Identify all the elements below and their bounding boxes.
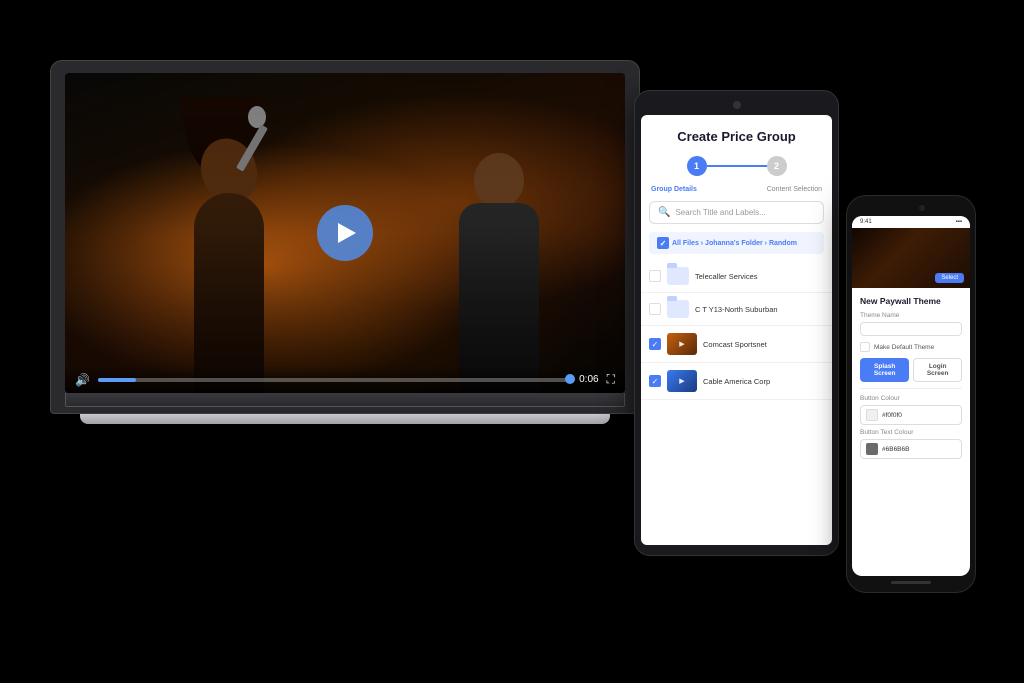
laptop-screen-outer: 🔊 0:06 ⛶ [50,60,640,414]
phone-top-button[interactable]: Select [935,273,964,283]
tablet: Create Price Group 1 2 Group Details Con… [634,90,839,556]
button-color-hex: #f0f0f0 [882,412,902,419]
video-thumb-3 [667,333,697,355]
default-theme-label: Make Default Theme [874,344,934,351]
phone-notch [891,204,931,212]
fullscreen-icon[interactable]: ⛶ [607,372,615,387]
phone-content: New Paywall Theme Theme Name Make Defaul… [852,288,970,469]
theme-name-label: Theme Name [860,312,962,319]
thumb-play-4 [667,370,697,392]
row-checkbox-4[interactable] [649,375,661,387]
phone-status-bar: 9:41 ▪▪▪ [852,216,970,228]
table-row[interactable]: Comcast Sportsnet [641,326,832,363]
default-theme-row: Make Default Theme [860,342,962,352]
table-row[interactable]: Cable America Corp [641,363,832,400]
tablet-title: Create Price Group [641,115,832,152]
row-checkbox-2[interactable] [649,303,661,315]
laptop-base [65,393,625,407]
folder-checkbox: ✓ [657,237,669,249]
phone-divider [860,388,962,389]
video-controls: 🔊 0:06 ⛶ [65,366,625,393]
phone-camera [919,205,925,211]
time-label: 0:06 [579,374,598,385]
default-theme-checkbox[interactable] [860,342,870,352]
row-checkbox-3[interactable] [649,338,661,350]
phone-section-title: New Paywall Theme [860,296,962,306]
folder-icon-1 [667,267,689,285]
phone-home-bar [891,581,931,584]
row-label-1: Telecaller Services [695,272,824,281]
folder-icon-2 [667,300,689,318]
step2-label: Content Selection [767,186,822,193]
table-row[interactable]: C T Y13-North Suburban [641,293,832,326]
phone-top-image: Select [852,228,970,288]
scene: 🔊 0:06 ⛶ Create Price Group 1 [0,0,1024,683]
button-text-hex: #6B6B6B [882,446,909,453]
screen-type-buttons: Splash Screen Login Screen [860,358,962,382]
step-line [707,165,767,167]
phone-time: 9:41 [860,219,872,225]
tablet-camera [733,101,741,109]
search-placeholder: Search Title and Labels... [675,208,765,217]
folder-path: All Files › Johanna's Folder › Random [672,240,797,247]
button-text-color-swatch [866,443,878,455]
row-label-2: C T Y13-North Suburban [695,305,824,314]
folder-breadcrumb[interactable]: ✓ All Files › Johanna's Folder › Random [649,232,824,254]
step-labels: Group Details Content Selection [641,186,832,201]
splash-screen-button[interactable]: Splash Screen [860,358,909,382]
tablet-search-bar[interactable]: 🔍 Search Title and Labels... [649,201,824,224]
progress-thumb [565,374,575,384]
progress-bar[interactable] [98,378,571,382]
button-text-color-label: Button Text Colour [860,429,962,436]
button-text-color-row[interactable]: #6B6B6B [860,439,962,459]
volume-icon[interactable]: 🔊 [75,373,90,387]
step-2-dot: 2 [767,156,787,176]
play-icon [338,223,356,243]
login-screen-button[interactable]: Login Screen [913,358,962,382]
button-color-swatch [866,409,878,421]
button-color-label: Button Colour [860,395,962,402]
phone: 9:41 ▪▪▪ Select New Paywall Theme Theme … [846,195,976,593]
step-1-dot: 1 [687,156,707,176]
video-thumb-4 [667,370,697,392]
laptop: 🔊 0:06 ⛶ [50,60,640,424]
theme-name-input[interactable] [860,322,962,336]
row-label-4: Cable America Corp [703,377,824,386]
table-row[interactable]: Telecaller Services [641,260,832,293]
row-label-3: Comcast Sportsnet [703,340,824,349]
step1-label: Group Details [651,186,697,193]
laptop-bottom [80,414,610,424]
button-color-swatch-row[interactable]: #f0f0f0 [860,405,962,425]
tablet-screen: Create Price Group 1 2 Group Details Con… [641,115,832,545]
row-checkbox-1[interactable] [649,270,661,282]
phone-status-right: ▪▪▪ [956,219,962,225]
thumb-play-3 [667,333,697,355]
tablet-steps: 1 2 [641,152,832,186]
phone-screen: 9:41 ▪▪▪ Select New Paywall Theme Theme … [852,216,970,576]
search-icon: 🔍 [658,207,670,218]
laptop-screen: 🔊 0:06 ⛶ [65,73,625,393]
play-button[interactable] [317,205,373,261]
progress-fill [98,378,136,382]
